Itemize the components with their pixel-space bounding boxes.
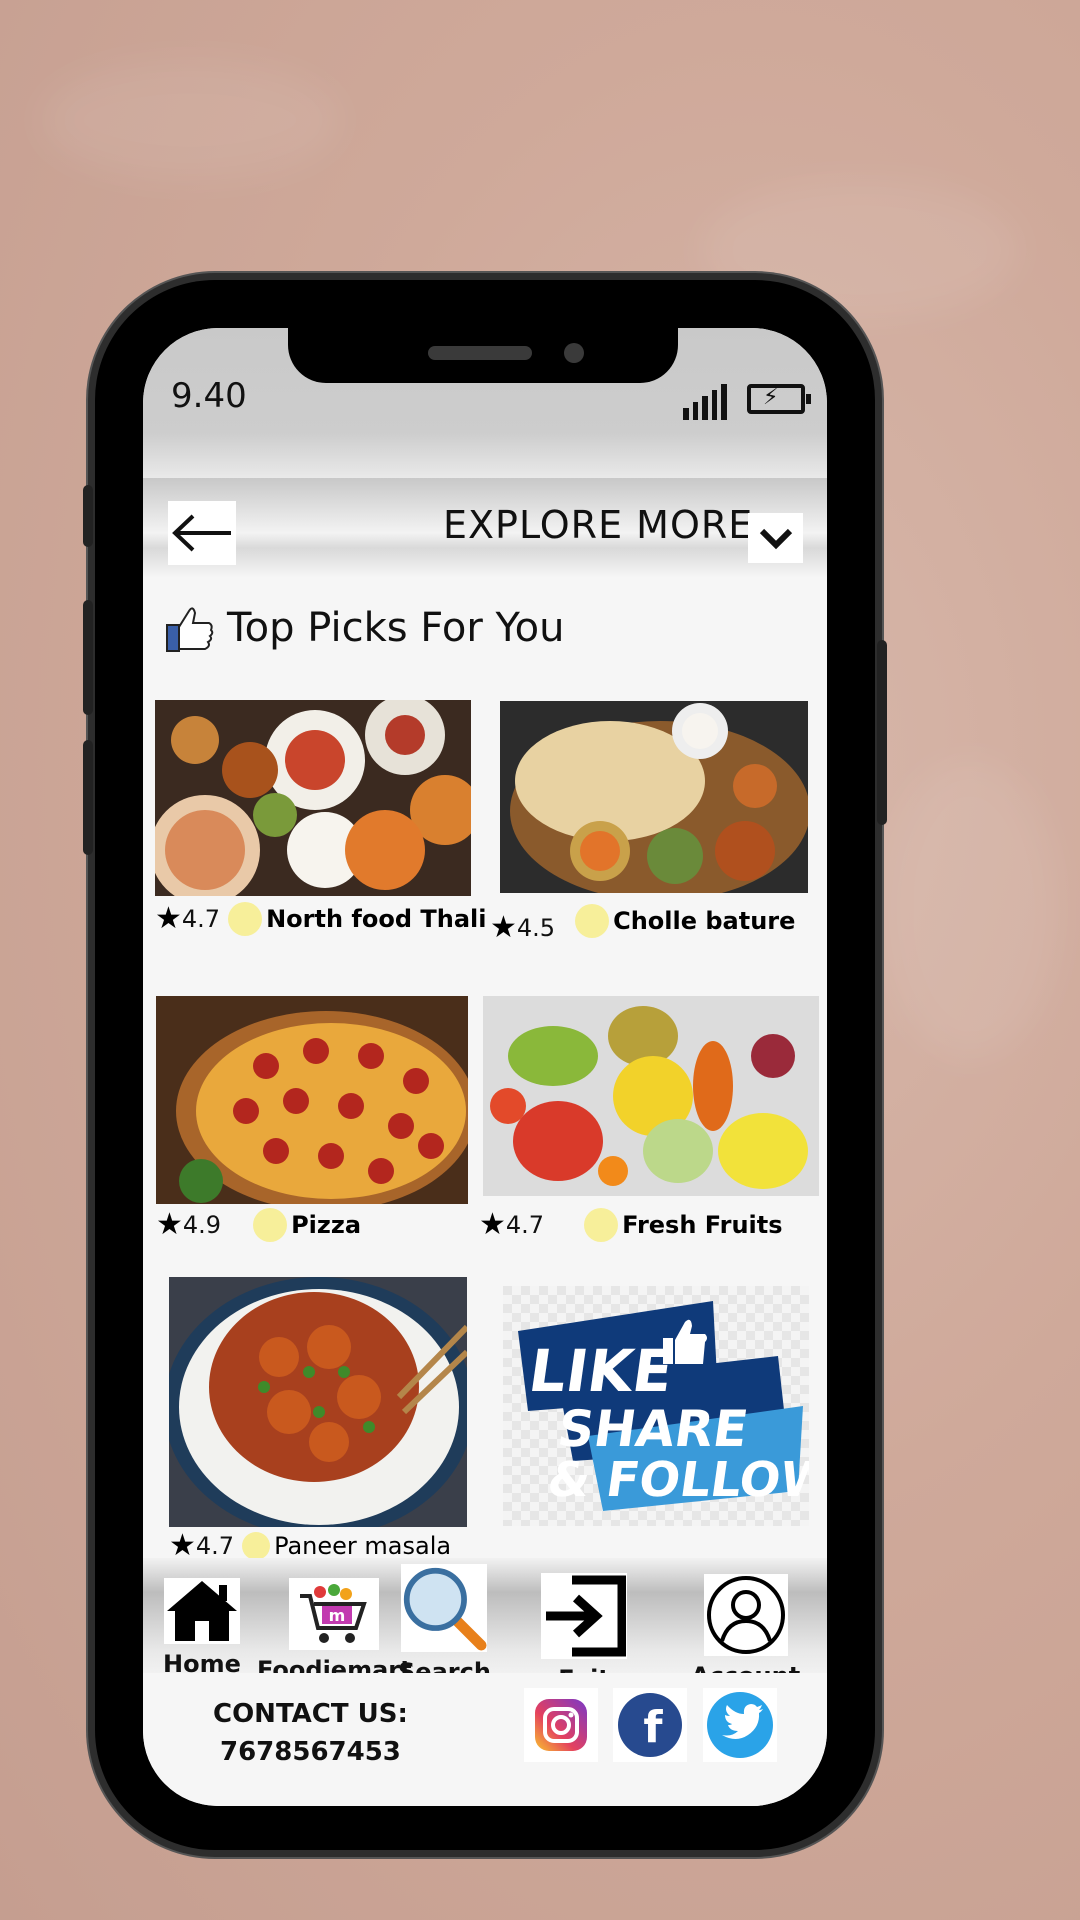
- food-image-paneer: [169, 1277, 467, 1527]
- account-icon: [703, 1574, 788, 1656]
- section-header: Top Picks For You: [165, 603, 564, 653]
- item-name: Fresh Fruits: [622, 1211, 783, 1239]
- card-meta: ★ 4.7 North food Thali: [155, 902, 486, 936]
- phone-side-button: [83, 740, 93, 855]
- cart-icon: m: [289, 1578, 380, 1650]
- explore-more-title[interactable]: EXPLORE MORE: [443, 503, 753, 547]
- star-icon: ★: [156, 1207, 183, 1242]
- rating-value: 4.7: [181, 905, 221, 933]
- nav-foodiemart[interactable]: m Foodiemart: [257, 1578, 412, 1684]
- star-icon: ★: [169, 1528, 196, 1563]
- rating-value: 4.7: [195, 1532, 235, 1560]
- home-icon: [163, 1578, 240, 1644]
- phone-frame: 9.40 ⚡ EXPLORE MORE Top Picks For You ★ …: [83, 280, 887, 1850]
- food-image-thali: [155, 700, 471, 896]
- star-icon: ★: [155, 901, 182, 936]
- explore-dropdown-button[interactable]: [748, 513, 803, 563]
- food-image-fruits: [483, 996, 819, 1196]
- thali-illustration: [155, 700, 471, 896]
- instagram-icon: [535, 1699, 587, 1751]
- food-image-pizza: [156, 996, 468, 1204]
- contact-block: CONTACT US: 7678567453: [213, 1695, 408, 1771]
- svg-text:m: m: [329, 1606, 346, 1625]
- background-shadow: [880, 760, 1060, 1060]
- rating-value: 4.9: [182, 1211, 222, 1239]
- facebook-icon: f: [618, 1693, 682, 1757]
- paneer-illustration: [169, 1277, 467, 1527]
- veg-dot-icon: [242, 1532, 271, 1560]
- promo-graphic: LIKE SHARE & FOLLOW: [518, 1301, 827, 1511]
- speaker: [428, 346, 532, 360]
- card-meta: ★ 4.7 Paneer masala: [169, 1531, 451, 1561]
- phone-screen: 9.40 ⚡ EXPLORE MORE Top Picks For You ★ …: [143, 328, 827, 1806]
- background-shadow: [40, 60, 340, 180]
- item-name: Paneer masala: [274, 1532, 452, 1560]
- back-arrow-icon: [172, 514, 231, 552]
- item-name: Pizza: [291, 1211, 362, 1239]
- battery-icon: ⚡: [747, 384, 811, 414]
- twitter-link[interactable]: [703, 1688, 777, 1762]
- svg-text:f: f: [643, 1702, 663, 1753]
- fruits-illustration: [483, 996, 819, 1196]
- exit-icon: [541, 1573, 627, 1659]
- promo-line2: SHARE: [554, 1399, 751, 1458]
- facebook-link[interactable]: f: [613, 1688, 687, 1762]
- chevron-down-icon: [759, 528, 792, 550]
- phone-side-button: [877, 640, 887, 825]
- nav-home[interactable]: Home: [163, 1578, 241, 1678]
- rating-value: 4.7: [505, 1211, 545, 1239]
- like-share-follow-banner[interactable]: LIKE SHARE & FOLLOW: [503, 1286, 827, 1526]
- notch: [288, 328, 678, 383]
- food-image-cholle-bature: [500, 701, 808, 893]
- phone-side-button: [83, 485, 93, 547]
- card-meta: ★ 4.5 Cholle bature: [490, 899, 795, 943]
- item-name: North food Thali: [266, 905, 487, 933]
- star-icon: ★: [479, 1207, 506, 1242]
- rating-value: 4.5: [516, 914, 556, 942]
- veg-dot-icon: [228, 902, 263, 936]
- veg-dot-icon: [575, 904, 610, 938]
- instagram-link[interactable]: [524, 1688, 598, 1762]
- thumbs-up-icon: [166, 607, 214, 652]
- status-time: 9.40: [171, 376, 247, 416]
- phone-side-button: [83, 600, 93, 715]
- veg-dot-icon: [253, 1208, 288, 1242]
- cholle-illustration: [500, 701, 808, 893]
- contact-phone[interactable]: 7678567453: [213, 1733, 408, 1771]
- promo-line1: LIKE: [525, 1337, 678, 1405]
- search-icon: [401, 1564, 488, 1652]
- veg-dot-icon: [584, 1208, 619, 1242]
- footer: CONTACT US: 7678567453 f: [143, 1673, 827, 1806]
- camera: [564, 343, 584, 363]
- twitter-icon: [707, 1692, 773, 1758]
- back-button[interactable]: [168, 501, 236, 565]
- star-icon: ★: [490, 910, 517, 945]
- card-meta: ★ 4.9 Pizza: [156, 1208, 361, 1242]
- nav-search[interactable]: Search: [398, 1564, 491, 1686]
- item-name: Cholle bature: [613, 907, 796, 935]
- promo-line3: & FOLLOW: [544, 1452, 809, 1508]
- section-title: Top Picks For You: [227, 605, 565, 651]
- contact-label: CONTACT US:: [213, 1699, 408, 1729]
- card-meta: ★ 4.7 Fresh Fruits: [479, 1208, 783, 1242]
- signal-icon: [683, 380, 727, 420]
- pizza-illustration: [156, 996, 468, 1204]
